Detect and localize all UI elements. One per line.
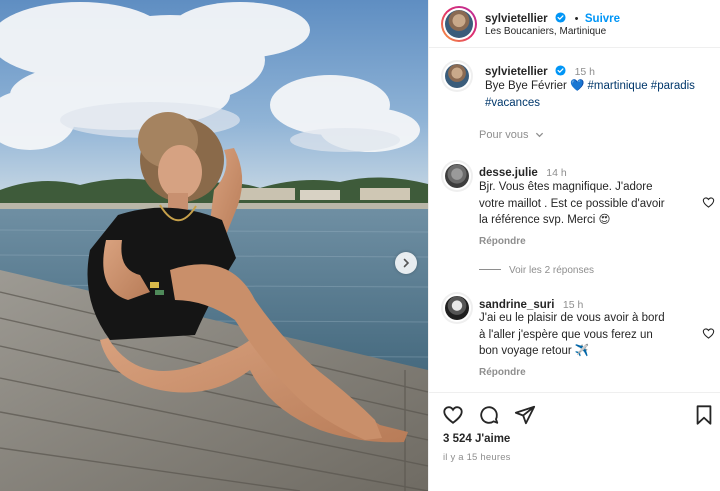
- chevron-right-icon: [403, 258, 410, 268]
- next-photo-button[interactable]: [395, 252, 417, 274]
- replies-divider: [479, 269, 501, 270]
- author-avatar[interactable]: [441, 6, 477, 42]
- caption-username[interactable]: sylvietellier: [485, 66, 548, 78]
- comment-text: J'ai eu le plaisir de vous avoir à bord …: [479, 310, 699, 360]
- comment-line: votre maillot . Est ce possible d'avoir: [479, 197, 665, 210]
- post-timestamp: il y a 15 heures: [443, 452, 511, 463]
- reply-button[interactable]: Répondre: [479, 367, 526, 378]
- commenter-avatar-julie[interactable]: [441, 160, 473, 192]
- comment-line: à l'aller j'espère que vous ferez un: [479, 328, 653, 341]
- like-comment-heart-icon[interactable]: [702, 196, 715, 209]
- comment-username[interactable]: desse.julie: [479, 167, 538, 179]
- verified-badge-icon: [555, 65, 566, 76]
- caption-text: Bye Bye Février 💙 #martinique #paradis #…: [485, 78, 715, 111]
- comment-line: J'ai eu le plaisir de vous avoir à bord: [479, 312, 665, 324]
- blue-heart-emoji: 💙: [570, 80, 585, 92]
- view-replies-label: Voir les 2 réponses: [509, 265, 595, 276]
- for-you-toggle[interactable]: Pour vous: [479, 129, 544, 141]
- comment-line: la référence svp. Merci 😍: [479, 214, 611, 226]
- author-username[interactable]: sylvietellier: [485, 13, 548, 25]
- verified-badge-icon: [555, 12, 566, 23]
- beach-photo-illustration: [0, 0, 428, 491]
- caption-hashtags[interactable]: #martinique #paradis: [584, 80, 695, 92]
- comment-icon[interactable]: [478, 404, 500, 426]
- post-side-panel: sylvietellier • Suivre Les Boucaniers, M…: [428, 0, 720, 491]
- view-replies-button[interactable]: Voir les 2 réponses: [479, 265, 594, 276]
- comment-line: Bjr. Vous êtes magnifique. J'adore: [479, 181, 653, 193]
- caption-avatar[interactable]: [441, 60, 473, 92]
- likes-count[interactable]: 3 524 J'aime: [443, 433, 510, 445]
- caption-time: 15 h: [574, 66, 595, 78]
- bookmark-icon[interactable]: [693, 404, 715, 426]
- like-comment-heart-icon[interactable]: [702, 327, 715, 340]
- reply-button[interactable]: Répondre: [479, 236, 526, 247]
- heart-icon[interactable]: [442, 404, 464, 426]
- follow-button[interactable]: Suivre: [585, 13, 620, 25]
- post-location[interactable]: Les Boucaniers, Martinique: [485, 26, 606, 37]
- caption-text-main: Bye Bye Février: [485, 80, 570, 92]
- post-header: sylvietellier • Suivre Les Boucaniers, M…: [429, 0, 720, 48]
- comment-line: bon voyage retour ✈️: [479, 345, 590, 357]
- for-you-label: Pour vous: [479, 129, 529, 141]
- comment-time: 14 h: [546, 167, 567, 179]
- separator-dot: •: [574, 13, 579, 25]
- caption-hashtag-vacances[interactable]: #vacances: [485, 97, 540, 109]
- commenter-avatar-sandrine[interactable]: [441, 292, 473, 324]
- comment-text: Bjr. Vous êtes magnifique. J'adore votre…: [479, 179, 699, 229]
- chevron-down-icon: [535, 132, 543, 138]
- post-photo[interactable]: [0, 0, 428, 491]
- paper-plane-icon[interactable]: [514, 404, 536, 426]
